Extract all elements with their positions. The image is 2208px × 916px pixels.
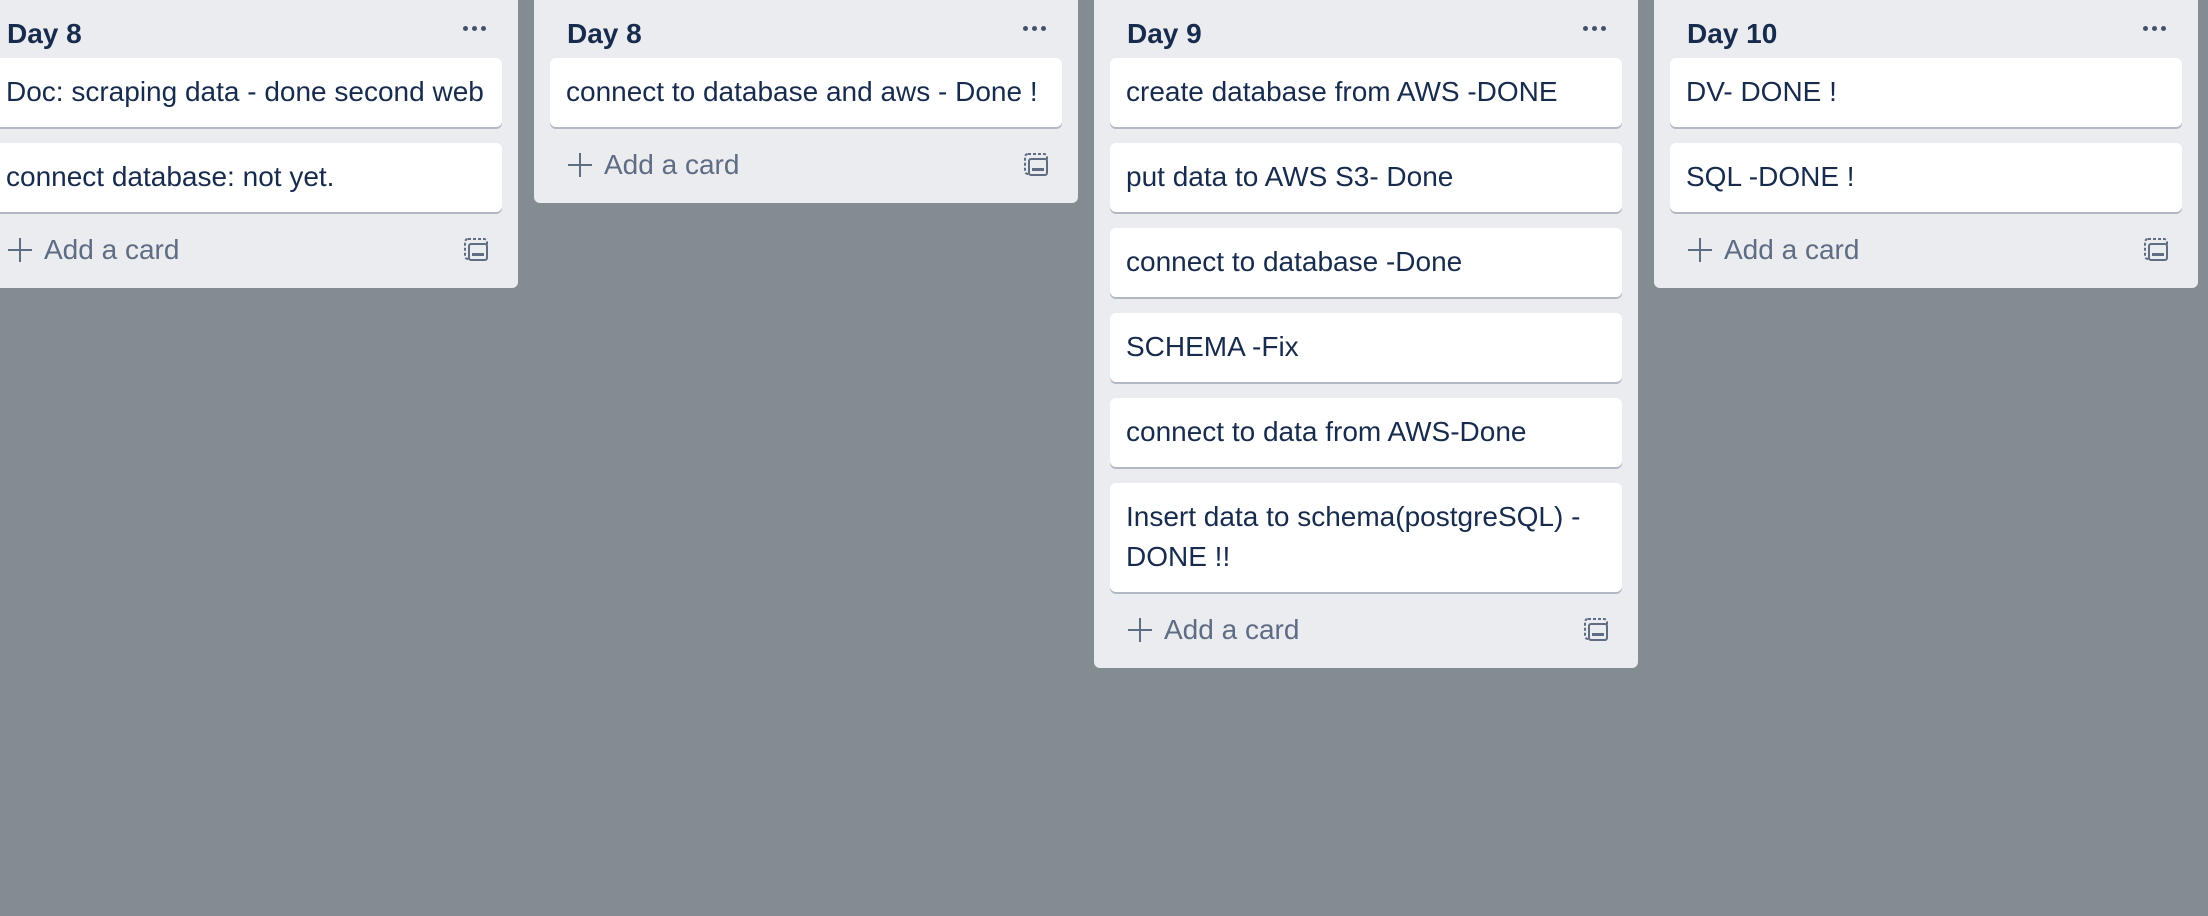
card-template-icon[interactable]: [1024, 153, 1050, 177]
add-card-button[interactable]: Add a card: [1670, 234, 1859, 266]
card[interactable]: connect to database -Done: [1110, 228, 1622, 297]
more-horizontal-icon[interactable]: [456, 16, 492, 40]
list-header: Day 8: [0, 0, 502, 58]
list-header: Day 8: [550, 0, 1062, 58]
plus-icon: [1688, 238, 1712, 262]
card-template-icon[interactable]: [1584, 618, 1610, 642]
card[interactable]: SCHEMA -Fix: [1110, 313, 1622, 382]
add-card-label: Add a card: [604, 149, 740, 180]
card[interactable]: put data to AWS S3- Done: [1110, 143, 1622, 212]
add-card-button[interactable]: Add a card: [1110, 614, 1299, 646]
list-footer: Add a card: [1670, 224, 2182, 276]
plus-icon: [8, 238, 32, 262]
add-card-button[interactable]: Add a card: [550, 149, 739, 181]
more-horizontal-icon[interactable]: [1576, 16, 1612, 40]
list-title[interactable]: Day 10: [1670, 0, 1777, 50]
card[interactable]: SQL -DONE !: [1670, 143, 2182, 212]
list-footer: Add a card: [0, 224, 502, 276]
card[interactable]: DV- DONE !: [1670, 58, 2182, 127]
board: Day 8 Doc: scraping data - done second w…: [0, 0, 2208, 916]
list-day-8-a: Day 8 Doc: scraping data - done second w…: [0, 0, 518, 288]
list-day-10: Day 10 DV- DONE ! SQL -DONE ! Add a card: [1654, 0, 2198, 288]
list-footer: Add a card: [1110, 604, 1622, 656]
list-title[interactable]: Day 9: [1110, 0, 1202, 50]
add-card-button[interactable]: Add a card: [0, 234, 179, 266]
card[interactable]: connect database: not yet.: [0, 143, 502, 212]
plus-icon: [1128, 618, 1152, 642]
add-card-label: Add a card: [1724, 234, 1860, 265]
list-title[interactable]: Day 8: [0, 0, 82, 50]
list-header: Day 10: [1670, 0, 2182, 58]
card[interactable]: Doc: scraping data - done second web: [0, 58, 502, 127]
add-card-label: Add a card: [44, 234, 180, 265]
list-day-8-b: Day 8 connect to database and aws - Done…: [534, 0, 1078, 203]
card[interactable]: connect to database and aws - Done !: [550, 58, 1062, 127]
card[interactable]: create database from AWS -DONE: [1110, 58, 1622, 127]
list-footer: Add a card: [550, 139, 1062, 191]
list-header: Day 9: [1110, 0, 1622, 58]
list-title[interactable]: Day 8: [550, 0, 642, 50]
list-day-9: Day 9 create database from AWS -DONE put…: [1094, 0, 1638, 668]
card[interactable]: connect to data from AWS-Done: [1110, 398, 1622, 467]
add-card-label: Add a card: [1164, 614, 1300, 645]
card-template-icon[interactable]: [2144, 238, 2170, 262]
plus-icon: [568, 153, 592, 177]
more-horizontal-icon[interactable]: [2136, 16, 2172, 40]
more-horizontal-icon[interactable]: [1016, 16, 1052, 40]
card[interactable]: Insert data to schema(postgreSQL) - DONE…: [1110, 483, 1622, 592]
card-template-icon[interactable]: [464, 238, 490, 262]
